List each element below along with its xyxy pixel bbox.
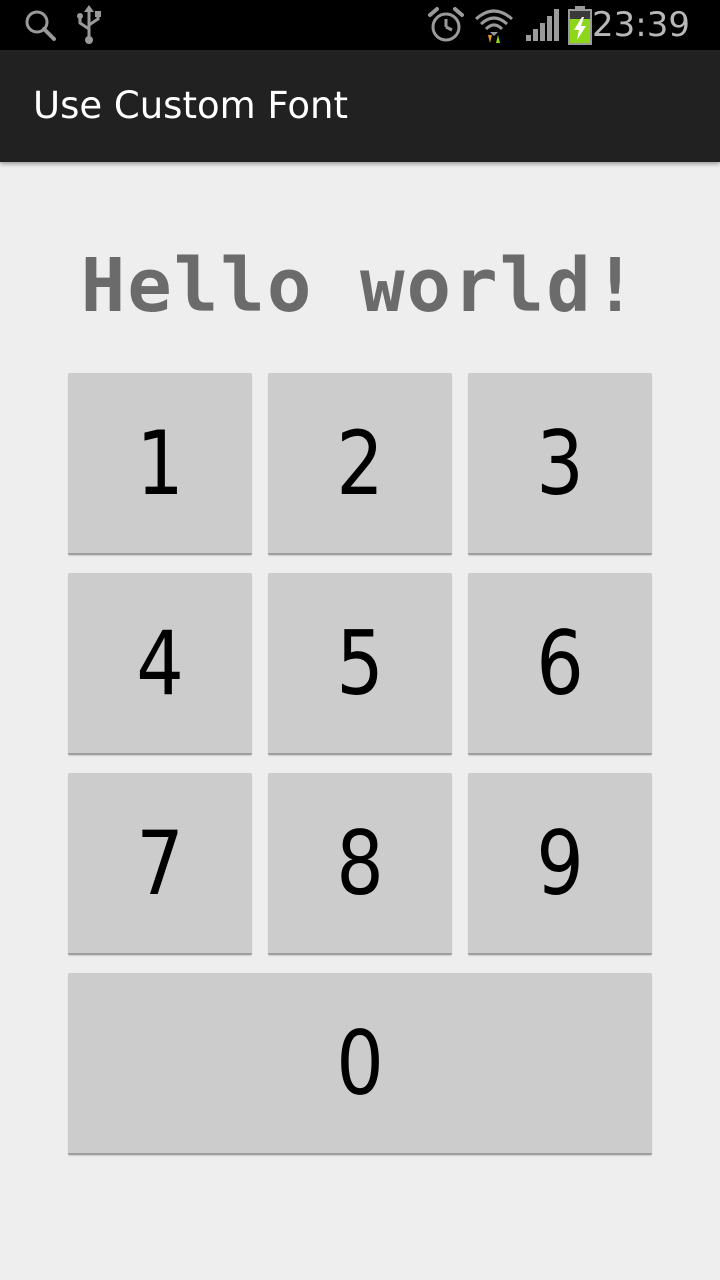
- key-0-button[interactable]: 0: [68, 973, 652, 1155]
- key-1-button[interactable]: 1: [68, 373, 252, 555]
- key-5-button[interactable]: 5: [268, 573, 452, 755]
- action-bar: Use Custom Font: [0, 50, 720, 162]
- wifi-icon: [474, 5, 514, 45]
- alarm-icon: [426, 5, 466, 45]
- key-1-label: 1: [136, 411, 184, 515]
- key-6-label: 6: [536, 611, 584, 715]
- hello-world-text: Hello world!: [80, 243, 640, 329]
- app-title: Use Custom Font: [33, 84, 348, 127]
- key-4-button[interactable]: 4: [68, 573, 252, 755]
- key-4-label: 4: [136, 611, 184, 715]
- key-8-label: 8: [336, 811, 384, 915]
- key-2-label: 2: [336, 411, 384, 515]
- key-5-label: 5: [336, 611, 384, 715]
- search-icon: [22, 5, 58, 45]
- key-7-button[interactable]: 7: [68, 773, 252, 955]
- battery-charging-icon: [566, 5, 594, 45]
- key-8-button[interactable]: 8: [268, 773, 452, 955]
- key-0-label: 0: [336, 1011, 384, 1115]
- key-7-label: 7: [136, 811, 184, 915]
- usb-icon: [72, 5, 106, 45]
- key-3-label: 3: [536, 411, 584, 515]
- key-9-label: 9: [536, 811, 584, 915]
- key-9-button[interactable]: 9: [468, 773, 652, 955]
- signal-icon: [524, 5, 560, 45]
- status-bar: 23:39: [0, 0, 720, 50]
- status-time: 23:39: [592, 5, 690, 45]
- key-2-button[interactable]: 2: [268, 373, 452, 555]
- key-6-button[interactable]: 6: [468, 573, 652, 755]
- key-3-button[interactable]: 3: [468, 373, 652, 555]
